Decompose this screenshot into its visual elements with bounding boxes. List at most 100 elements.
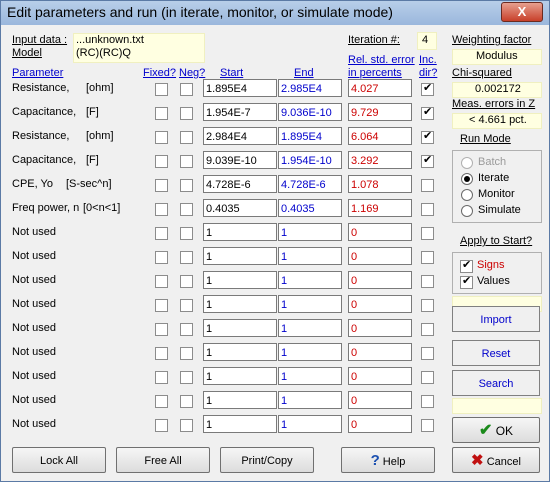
parameter-row: Not used 1 1 0	[4, 270, 444, 292]
fixed-checkbox[interactable]	[155, 227, 168, 240]
input-data-value: ...unknown.txt	[76, 34, 144, 46]
start-value-field[interactable]: 1	[203, 343, 277, 361]
rel-error-field: 9.729	[348, 103, 412, 121]
start-value-field[interactable]: 1	[203, 223, 277, 241]
start-value-field[interactable]: 1	[203, 271, 277, 289]
inc-dir-checkbox[interactable]	[421, 179, 434, 192]
parameter-name: Not used	[12, 346, 57, 358]
close-button[interactable]: X	[501, 2, 543, 22]
signs-checkbox[interactable]	[460, 258, 473, 273]
help-button[interactable]: ? Help	[341, 447, 435, 473]
values-checkbox[interactable]	[460, 274, 473, 289]
start-value-field[interactable]: 0.4035	[203, 199, 277, 217]
cancel-icon: ✖	[471, 452, 484, 469]
fixed-checkbox[interactable]	[155, 347, 168, 360]
fixed-checkbox[interactable]	[155, 251, 168, 264]
neg-checkbox[interactable]	[180, 203, 193, 216]
inc-dir-checkbox[interactable]	[421, 395, 434, 408]
run-mode-radio[interactable]	[461, 189, 473, 201]
edit-parameters-window: Edit parameters and run (in iterate, mon…	[0, 0, 550, 482]
end-value-field: 4.728E-6	[278, 175, 342, 193]
neg-checkbox[interactable]	[180, 299, 193, 312]
inc-dir-checkbox[interactable]	[421, 105, 434, 120]
parameter-row: Resistance, [ohm] 2.984E4 1.895E4 6.064	[4, 126, 444, 148]
fixed-checkbox[interactable]	[155, 371, 168, 384]
inc-dir-checkbox[interactable]	[421, 419, 434, 432]
start-value-field[interactable]: 1	[203, 295, 277, 313]
start-value-field[interactable]: 1	[203, 247, 277, 265]
lock-all-button[interactable]: Lock All	[12, 447, 106, 473]
inc-dir-checkbox[interactable]	[421, 227, 434, 240]
neg-checkbox[interactable]	[180, 395, 193, 408]
run-mode-label-simulate: Simulate	[478, 204, 521, 216]
header-inc[interactable]: Inc.	[419, 54, 437, 66]
parameter-unit: [S-sec^n]	[66, 178, 112, 190]
inc-dir-checkbox[interactable]	[421, 251, 434, 264]
check-icon: ✔	[478, 422, 493, 439]
neg-checkbox[interactable]	[180, 83, 193, 96]
parameter-row: Not used 1 1 0	[4, 414, 444, 436]
inc-dir-checkbox[interactable]	[421, 323, 434, 336]
fixed-checkbox[interactable]	[155, 131, 168, 144]
neg-checkbox[interactable]	[180, 107, 193, 120]
fixed-checkbox[interactable]	[155, 155, 168, 168]
start-value-field[interactable]: 1.895E4	[203, 79, 277, 97]
free-all-button[interactable]: Free All	[116, 447, 210, 473]
end-value-field: 1	[278, 223, 342, 241]
neg-checkbox[interactable]	[180, 347, 193, 360]
inc-dir-checkbox[interactable]	[421, 129, 434, 144]
neg-checkbox[interactable]	[180, 419, 193, 432]
fixed-checkbox[interactable]	[155, 323, 168, 336]
start-value-field[interactable]: 1.954E-7	[203, 103, 277, 121]
inc-dir-checkbox[interactable]	[421, 81, 434, 96]
neg-checkbox[interactable]	[180, 371, 193, 384]
fixed-checkbox[interactable]	[155, 299, 168, 312]
neg-checkbox[interactable]	[180, 155, 193, 168]
neg-checkbox[interactable]	[180, 227, 193, 240]
rel-error-field: 0	[348, 391, 412, 409]
neg-checkbox[interactable]	[180, 323, 193, 336]
parameter-name: Resistance,	[12, 82, 70, 94]
inc-dir-checkbox[interactable]	[421, 371, 434, 384]
run-mode-radio[interactable]	[461, 205, 473, 217]
fixed-checkbox[interactable]	[155, 203, 168, 216]
end-value-field: 1	[278, 391, 342, 409]
ok-button[interactable]: ✔ OK	[452, 417, 540, 443]
inc-dir-checkbox[interactable]	[421, 275, 434, 288]
start-value-field[interactable]: 1	[203, 367, 277, 385]
parameter-name: Not used	[12, 298, 57, 310]
start-value-field[interactable]: 1	[203, 415, 277, 433]
fixed-checkbox[interactable]	[155, 275, 168, 288]
run-mode-radio[interactable]	[461, 173, 473, 185]
print-copy-button[interactable]: Print/Copy	[220, 447, 314, 473]
inc-dir-checkbox[interactable]	[421, 153, 434, 168]
reset-button[interactable]: Reset	[452, 340, 540, 366]
inc-dir-checkbox[interactable]	[421, 347, 434, 360]
fixed-checkbox[interactable]	[155, 83, 168, 96]
end-value-field: 1	[278, 415, 342, 433]
fixed-checkbox[interactable]	[155, 179, 168, 192]
import-button[interactable]: Import	[452, 306, 540, 332]
start-value-field[interactable]: 9.039E-10	[203, 151, 277, 169]
start-value-field[interactable]: 1	[203, 319, 277, 337]
fixed-checkbox[interactable]	[155, 107, 168, 120]
neg-checkbox[interactable]	[180, 275, 193, 288]
parameter-row: Resistance, [ohm] 1.895E4 2.985E4 4.027	[4, 78, 444, 100]
start-value-field[interactable]: 2.984E4	[203, 127, 277, 145]
fixed-checkbox[interactable]	[155, 395, 168, 408]
meas-label: Meas. errors in Z	[452, 98, 536, 110]
neg-checkbox[interactable]	[180, 131, 193, 144]
model-label: Model	[12, 47, 42, 59]
parameter-unit: [ohm]	[86, 82, 114, 94]
weighting-box: Modulus	[452, 49, 542, 65]
neg-checkbox[interactable]	[180, 251, 193, 264]
inc-dir-checkbox[interactable]	[421, 203, 434, 216]
rel-error-field: 0	[348, 415, 412, 433]
start-value-field[interactable]: 4.728E-6	[203, 175, 277, 193]
cancel-button[interactable]: ✖ Cancel	[452, 447, 540, 473]
neg-checkbox[interactable]	[180, 179, 193, 192]
fixed-checkbox[interactable]	[155, 419, 168, 432]
search-button[interactable]: Search	[452, 370, 540, 396]
inc-dir-checkbox[interactable]	[421, 299, 434, 312]
start-value-field[interactable]: 1	[203, 391, 277, 409]
